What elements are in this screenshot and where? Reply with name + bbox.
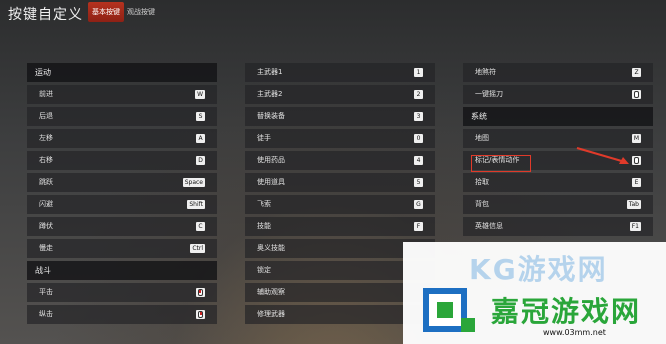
keybind-label: 英雄信息 — [475, 222, 503, 230]
watermark-brand-text: 嘉冠游戏网 — [491, 295, 642, 328]
top-bar: 按键自定义 基本按键 观战按键 — [0, 0, 666, 24]
keybind-row-primary-weapon-2[interactable]: 主武器2 2 — [245, 85, 435, 104]
key-badge[interactable] — [632, 90, 641, 99]
column-movement-combat: 运动 前进 W 后退 S 左移 A 右移 D 跳跃 Space 闪避 Shift… — [27, 63, 217, 327]
annotation-arrow-icon — [576, 147, 629, 164]
watermark-overlay: KG游戏网 嘉冠游戏网 www.03mm.net — [403, 242, 666, 344]
keybind-label: 右移 — [39, 156, 53, 164]
keybind-row-grappling-hook[interactable]: 飞索 G — [245, 195, 435, 214]
keybind-row-use-medicine[interactable]: 使用药品 4 — [245, 151, 435, 170]
keybind-row-unarmed[interactable]: 徒手 0 — [245, 129, 435, 148]
keybind-row-skill[interactable]: 技能 F — [245, 217, 435, 236]
keybind-row-backpack[interactable]: 背包 Tab — [463, 195, 653, 214]
keybind-label: 主武器1 — [257, 68, 283, 76]
keybind-label: 徒手 — [257, 134, 271, 142]
keybind-label: 跳跃 — [39, 178, 53, 186]
watermark-url-text: www.03mm.net — [543, 328, 606, 337]
keybind-row-pickup[interactable]: 拾取 E — [463, 173, 653, 192]
keybind-row-quick-blade-swing[interactable]: 一键摇刀 — [463, 85, 653, 104]
key-badge[interactable]: F1 — [629, 222, 641, 231]
keybind-label: 辅助观察 — [257, 288, 285, 296]
key-badge[interactable]: Space — [182, 178, 205, 187]
keybind-row-dodge[interactable]: 闪避 Shift — [27, 195, 217, 214]
keybind-row-vertical-attack[interactable]: 纵击 — [27, 305, 217, 324]
keybind-label: 左移 — [39, 134, 53, 142]
keybind-row-strafe-right[interactable]: 右移 D — [27, 151, 217, 170]
keybind-row-swap-equipment[interactable]: 替换装备 3 — [245, 107, 435, 126]
key-badge[interactable]: M — [631, 134, 641, 143]
keybind-row-talisman[interactable]: 地煞符 Z — [463, 63, 653, 82]
key-badge[interactable]: 2 — [414, 90, 423, 99]
keybind-label: 地煞符 — [475, 68, 496, 76]
keybind-row-jump[interactable]: 跳跃 Space — [27, 173, 217, 192]
key-badge[interactable]: 4 — [414, 156, 423, 165]
key-badge[interactable]: 5 — [414, 178, 423, 187]
key-badge[interactable]: G — [414, 200, 423, 209]
keybind-label: 平击 — [39, 288, 53, 296]
key-badge[interactable]: 0 — [414, 134, 423, 143]
keybind-label: 拾取 — [475, 178, 489, 186]
keybind-row-backward[interactable]: 后退 S — [27, 107, 217, 126]
key-badge[interactable]: 1 — [414, 68, 423, 77]
keybind-row-hero-info[interactable]: 英雄信息 F1 — [463, 217, 653, 236]
keybind-label: 奥义技能 — [257, 244, 285, 252]
key-badge[interactable]: Z — [632, 68, 641, 77]
key-badge[interactable]: C — [196, 222, 205, 231]
keybind-row-strafe-left[interactable]: 左移 A — [27, 129, 217, 148]
key-badge[interactable] — [196, 310, 205, 319]
keybind-row-walk[interactable]: 慢走 Ctrl — [27, 239, 217, 258]
tab-basic-keys[interactable]: 基本按键 — [88, 2, 124, 22]
keybind-label: 替换装备 — [257, 112, 285, 120]
key-badge[interactable]: D — [196, 156, 205, 165]
keybind-label: 主武器2 — [257, 90, 283, 98]
keybind-label: 锁定 — [257, 266, 271, 274]
keybind-row-horizontal-attack[interactable]: 平击 — [27, 283, 217, 302]
key-badge[interactable] — [196, 288, 205, 297]
keybind-label: 修理武器 — [257, 310, 285, 318]
key-badge[interactable]: Shift — [187, 200, 205, 209]
keybind-row-use-item[interactable]: 使用道具 5 — [245, 173, 435, 192]
mouse-right-icon — [198, 311, 203, 318]
watermark-logo-icon — [423, 288, 475, 332]
section-header-combat: 战斗 — [27, 261, 217, 280]
keybind-label: 地图 — [475, 134, 489, 142]
key-badge[interactable]: A — [196, 134, 205, 143]
section-header-movement: 运动 — [27, 63, 217, 82]
page-title: 按键自定义 — [8, 7, 83, 23]
key-badge[interactable]: F — [414, 222, 423, 231]
keybind-label: 闪避 — [39, 200, 53, 208]
keybind-label: 使用道具 — [257, 178, 285, 186]
keybind-label: 一键摇刀 — [475, 90, 503, 98]
key-badge[interactable]: 3 — [414, 112, 423, 121]
keybind-label: 慢走 — [39, 244, 53, 252]
keybind-label: 技能 — [257, 222, 271, 230]
mouse-wheel-icon — [634, 91, 639, 98]
tab-spectator-keys[interactable]: 观战按键 — [123, 2, 159, 22]
keybind-label: 飞索 — [257, 200, 271, 208]
key-badge[interactable]: S — [196, 112, 205, 121]
key-badge[interactable]: E — [632, 178, 641, 187]
keybind-label: 标记/表情动作 — [475, 156, 520, 164]
keybind-label: 蹲伏 — [39, 222, 53, 230]
key-badge[interactable]: Ctrl — [190, 244, 205, 253]
keybind-label: 纵击 — [39, 310, 53, 318]
keybind-row-crouch[interactable]: 蹲伏 C — [27, 217, 217, 236]
keybind-label: 前进 — [39, 90, 53, 98]
section-header-system: 系统 — [463, 107, 653, 126]
mouse-left-icon — [198, 289, 203, 296]
keybind-label: 背包 — [475, 200, 489, 208]
keybind-label: 后退 — [39, 112, 53, 120]
keybind-row-forward[interactable]: 前进 W — [27, 85, 217, 104]
keybind-row-primary-weapon-1[interactable]: 主武器1 1 — [245, 63, 435, 82]
key-badge[interactable]: Tab — [626, 200, 641, 209]
watermark-faded-text: KG游戏网 — [469, 253, 608, 286]
key-badge[interactable]: W — [195, 90, 205, 99]
keybind-label: 使用药品 — [257, 156, 285, 164]
